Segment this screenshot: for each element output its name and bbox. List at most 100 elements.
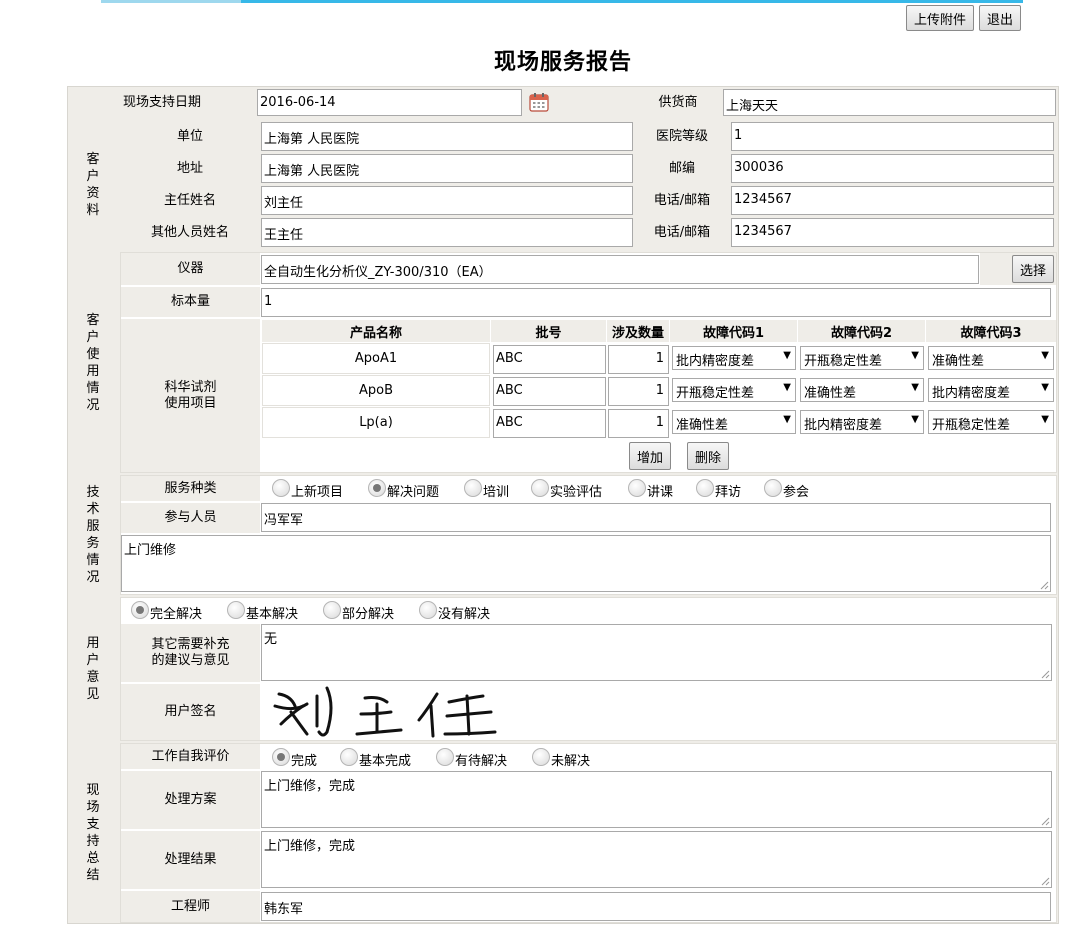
page-title: 现场服务报告 bbox=[493, 49, 632, 75]
radio-icon bbox=[696, 478, 714, 497]
radio-selected-icon bbox=[272, 747, 290, 766]
chevron-down-icon: ▼ bbox=[911, 382, 919, 393]
row2-fault-code-3-select[interactable]: 批内精密度差 ▼ bbox=[928, 378, 1054, 402]
row1-fault-code-2-select[interactable]: 开瓶稳定性差 ▼ bbox=[800, 346, 924, 370]
instrument-select-button[interactable]: 选择 bbox=[1012, 255, 1054, 283]
upload-attachment-button[interactable]: 上传附件 bbox=[906, 5, 974, 31]
feedback-basically-solved[interactable]: 基本解决 bbox=[227, 600, 298, 622]
others-input[interactable]: 王主任 bbox=[261, 218, 633, 247]
resize-grip-icon[interactable] bbox=[1040, 581, 1049, 590]
result-label: 处理结果 bbox=[121, 831, 260, 889]
exit-button[interactable]: 退出 bbox=[979, 5, 1021, 31]
row1-batch-input[interactable]: ABC bbox=[493, 345, 606, 374]
service-type-evaluation[interactable]: 实验评估 bbox=[531, 478, 602, 500]
date-input[interactable]: 2016-06-14 bbox=[257, 89, 522, 116]
radio-icon bbox=[323, 600, 341, 619]
signature-label: 用户签名 bbox=[121, 684, 260, 740]
chevron-down-icon: ▼ bbox=[911, 350, 919, 361]
phone2-label: 电话/邮箱 bbox=[634, 218, 730, 248]
col-batch: 批号 bbox=[491, 320, 606, 342]
zip-input[interactable]: 300036 bbox=[731, 154, 1054, 183]
feedback-fully-solved[interactable]: 完全解决 bbox=[131, 600, 202, 622]
service-type-training[interactable]: 培训 bbox=[464, 478, 509, 500]
row2-batch-input[interactable]: ABC bbox=[493, 377, 606, 406]
result-textarea[interactable]: 上门维修，完成 bbox=[261, 831, 1052, 888]
summary-section-label: 现场支持总结 bbox=[68, 743, 118, 923]
hospital-level-input[interactable]: 1 bbox=[731, 122, 1054, 151]
zip-label: 邮编 bbox=[634, 154, 730, 184]
engineer-input[interactable]: 韩东军 bbox=[261, 892, 1051, 921]
signature-pad[interactable] bbox=[261, 684, 1056, 740]
phone2-input[interactable]: 1234567 bbox=[731, 218, 1054, 247]
address-input[interactable]: 上海第 人民医院 bbox=[261, 154, 633, 183]
date-label: 现场支持日期 bbox=[68, 87, 256, 118]
service-type-new-item[interactable]: 上新项目 bbox=[272, 478, 343, 500]
row1-fault-code-3-select[interactable]: 准确性差 ▼ bbox=[928, 346, 1054, 370]
others-label: 其他人员姓名 bbox=[120, 218, 260, 248]
chevron-down-icon: ▼ bbox=[783, 414, 791, 425]
radio-icon bbox=[272, 478, 290, 497]
user-signature bbox=[273, 686, 497, 738]
feedback-partially-solved[interactable]: 部分解决 bbox=[323, 600, 394, 622]
hospital-level-label: 医院等级 bbox=[634, 122, 730, 152]
plan-textarea[interactable]: 上门维修，完成 bbox=[261, 771, 1052, 828]
chevron-down-icon: ▼ bbox=[911, 414, 919, 425]
sample-label: 标本量 bbox=[121, 287, 260, 317]
feedback-section-label: 用户意见 bbox=[68, 597, 118, 741]
service-type-conference[interactable]: 参会 bbox=[764, 478, 809, 500]
director-label: 主任姓名 bbox=[120, 186, 260, 216]
self-eval-unsolved[interactable]: 未解决 bbox=[532, 747, 590, 769]
self-eval-complete[interactable]: 完成 bbox=[272, 747, 317, 769]
col-fault-code-2: 故障代码2 bbox=[798, 320, 925, 342]
row1-qty-input[interactable]: 1 bbox=[608, 345, 669, 374]
staff-label: 参与人员 bbox=[121, 503, 260, 533]
service-type-solve-issue[interactable]: 解决问题 bbox=[368, 478, 439, 500]
chevron-down-icon: ▼ bbox=[1041, 382, 1049, 393]
add-row-button[interactable]: 增加 bbox=[629, 442, 671, 470]
service-note-textarea[interactable]: 上门维修 bbox=[121, 535, 1051, 592]
radio-icon bbox=[419, 600, 437, 619]
row3-batch-input[interactable]: ABC bbox=[493, 409, 606, 438]
instrument-input[interactable]: 全自动生化分析仪_ZY-300/310（EA） bbox=[261, 255, 979, 284]
row2-qty-input[interactable]: 1 bbox=[608, 377, 669, 406]
row1-fault-code-1-select[interactable]: 批内精密度差 ▼ bbox=[672, 346, 796, 370]
radio-icon bbox=[628, 478, 646, 497]
calendar-icon[interactable] bbox=[529, 92, 549, 112]
delete-row-button[interactable]: 删除 bbox=[687, 442, 729, 470]
row3-product-name: Lp(a) bbox=[262, 407, 490, 438]
row3-fault-code-1-select[interactable]: 准确性差 ▼ bbox=[672, 410, 796, 434]
row3-fault-code-2-select[interactable]: 批内精密度差 ▼ bbox=[800, 410, 924, 434]
resize-grip-icon[interactable] bbox=[1041, 877, 1050, 886]
address-label: 地址 bbox=[120, 154, 260, 184]
radio-selected-icon bbox=[131, 600, 149, 619]
radio-icon bbox=[532, 747, 550, 766]
row3-qty-input[interactable]: 1 bbox=[608, 409, 669, 438]
self-eval-label: 工作自我评价 bbox=[121, 744, 260, 769]
chevron-down-icon: ▼ bbox=[783, 350, 791, 361]
sample-input[interactable]: 1 bbox=[261, 288, 1051, 317]
service-section-label: 技术服务情况 bbox=[68, 475, 118, 595]
chevron-down-icon: ▼ bbox=[783, 382, 791, 393]
staff-input[interactable]: 冯军军 bbox=[261, 503, 1051, 532]
unit-input[interactable]: 上海第 人民医院 bbox=[261, 122, 633, 151]
self-eval-basically-complete[interactable]: 基本完成 bbox=[340, 747, 411, 769]
resize-grip-icon[interactable] bbox=[1041, 670, 1050, 679]
row3-fault-code-3-select[interactable]: 开瓶稳定性差 ▼ bbox=[928, 410, 1054, 434]
radio-selected-icon bbox=[368, 478, 386, 497]
row2-fault-code-2-select[interactable]: 准确性差 ▼ bbox=[800, 378, 924, 402]
phone1-input[interactable]: 1234567 bbox=[731, 186, 1054, 215]
director-input[interactable]: 刘主任 bbox=[261, 186, 633, 215]
self-eval-pending[interactable]: 有待解决 bbox=[436, 747, 507, 769]
service-type-visit[interactable]: 拜访 bbox=[696, 478, 741, 500]
resize-grip-icon[interactable] bbox=[1041, 817, 1050, 826]
chevron-down-icon: ▼ bbox=[1041, 350, 1049, 361]
suggestion-textarea[interactable]: 无 bbox=[261, 624, 1052, 681]
col-product-name: 产品名称 bbox=[262, 320, 490, 342]
top-accent-tab bbox=[101, 0, 241, 3]
feedback-not-solved[interactable]: 没有解决 bbox=[419, 600, 490, 622]
supplier-input[interactable]: 上海天天 bbox=[723, 89, 1056, 116]
row2-fault-code-1-select[interactable]: 开瓶稳定性差 ▼ bbox=[672, 378, 796, 402]
service-type-lecture[interactable]: 讲课 bbox=[628, 478, 673, 500]
radio-icon bbox=[340, 747, 358, 766]
suggestion-label: 其它需要补充 的建议与意见 bbox=[121, 624, 260, 682]
